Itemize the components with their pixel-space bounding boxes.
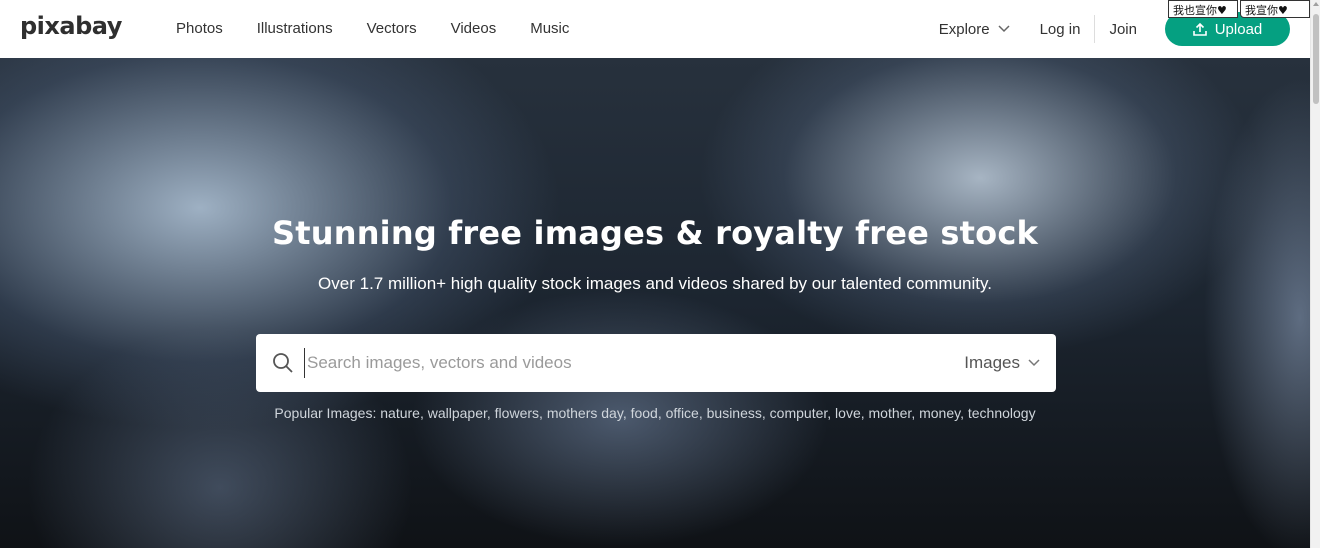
media-type-label: Images: [964, 353, 1020, 372]
popular-tag-link[interactable]: food: [631, 405, 658, 421]
popular-tag-link[interactable]: business: [707, 405, 762, 421]
media-type-select[interactable]: Images: [964, 353, 1040, 373]
popular-tag-link[interactable]: mothers day: [547, 405, 623, 421]
nav-photos[interactable]: Photos: [176, 19, 223, 39]
popular-tag-link[interactable]: office: [666, 405, 699, 421]
upload-label: Upload: [1214, 20, 1263, 38]
chevron-down-icon: [1028, 359, 1040, 367]
nav-illustrations[interactable]: Illustrations: [257, 19, 333, 39]
popular-tag-link[interactable]: wallpaper: [428, 405, 487, 421]
scroll-up-arrow-icon[interactable]: [1313, 2, 1319, 6]
popular-searches: Popular Images: nature, wallpaper, flowe…: [270, 404, 1040, 423]
top-navigation-bar: pixabay Photos Illustrations Vectors Vid…: [0, 0, 1310, 58]
login-link[interactable]: Log in: [1040, 21, 1081, 38]
sticker-image: 我宣你♥: [1240, 0, 1310, 18]
hero-subtitle: Over 1.7 million+ high quality stock ima…: [318, 274, 992, 293]
upload-icon: [1192, 22, 1207, 36]
nav-music[interactable]: Music: [530, 19, 569, 39]
popular-tag-link[interactable]: money: [919, 405, 960, 421]
join-link[interactable]: Join: [1109, 21, 1137, 38]
scrollbar-thumb[interactable]: [1313, 14, 1319, 104]
divider: [1094, 15, 1096, 43]
popular-tag-link[interactable]: mother: [869, 405, 912, 421]
scrollbar[interactable]: [1310, 0, 1320, 548]
popular-tag-link[interactable]: love: [835, 405, 861, 421]
popular-tag-link[interactable]: computer: [770, 405, 828, 421]
popular-tag-link[interactable]: technology: [968, 405, 1036, 421]
search-input[interactable]: [304, 348, 953, 378]
popular-tags: nature, wallpaper, flowers, mothers day,…: [380, 405, 1036, 421]
popular-label: Popular Images:: [274, 405, 377, 421]
hero-banner: Stunning free images & royalty free stoc…: [0, 58, 1310, 548]
search-icon[interactable]: [272, 352, 294, 374]
explore-menu[interactable]: Explore: [939, 21, 1010, 38]
sticker-image: 我也宣你♥: [1168, 0, 1238, 18]
hero-title: Stunning free images & royalty free stoc…: [272, 214, 1038, 252]
pixabay-logo[interactable]: pixabay: [20, 12, 122, 40]
popular-tag-link[interactable]: flowers: [495, 405, 539, 421]
popular-tag-link[interactable]: nature: [380, 405, 420, 421]
nav-videos[interactable]: Videos: [451, 19, 497, 39]
search-bar: Images: [256, 334, 1056, 392]
chevron-down-icon: [998, 25, 1010, 33]
main-nav: Photos Illustrations Vectors Videos Musi…: [176, 19, 603, 39]
nav-vectors[interactable]: Vectors: [367, 19, 417, 39]
explore-label: Explore: [938, 20, 990, 38]
